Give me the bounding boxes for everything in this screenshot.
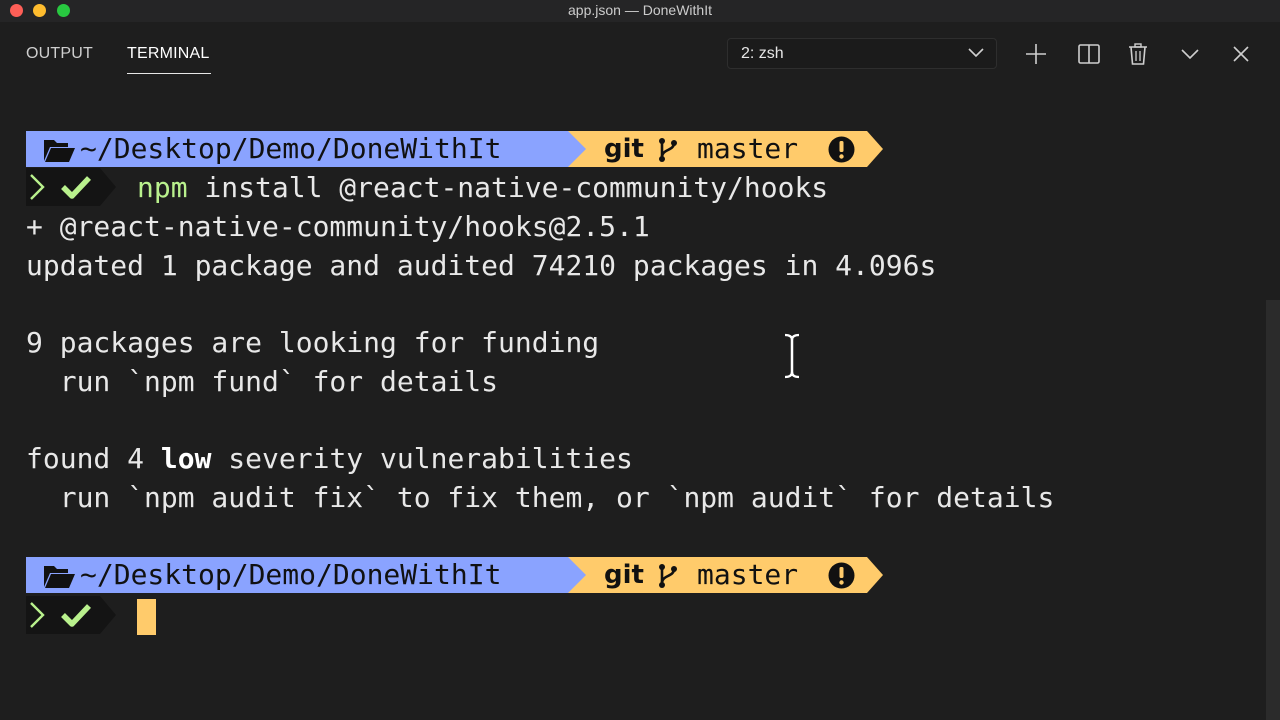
command-line: npm install @react-native-community/hook… xyxy=(137,168,828,207)
terminal-area[interactable]: ~/Desktop/Demo/DoneWithIt git master npm… xyxy=(0,82,1280,720)
output-line: + @react-native-community/hooks@2.5.1 xyxy=(26,210,650,243)
chevron-right-icon xyxy=(30,602,45,628)
command-args: install @react-native-community/hooks xyxy=(187,171,829,204)
active-tab-indicator xyxy=(127,73,211,74)
trash-icon[interactable] xyxy=(1126,42,1150,66)
terminal-cursor xyxy=(137,599,156,635)
ibeam-cursor-icon xyxy=(784,333,800,379)
tab-terminal[interactable]: TERMINAL xyxy=(127,45,210,63)
folder-open-icon xyxy=(44,140,75,162)
prompt-separator xyxy=(867,131,883,167)
output-text: severity vulnerabilities xyxy=(211,442,633,475)
title-bar: app.json — DoneWithIt xyxy=(0,0,1280,22)
close-icon[interactable] xyxy=(1229,42,1253,66)
warning-icon xyxy=(828,136,855,163)
output-line: run `npm audit fix` to fix them, or `npm… xyxy=(26,481,1055,514)
output-line: run `npm fund` for details xyxy=(26,365,499,398)
terminal-select-value: 2: zsh xyxy=(741,45,784,62)
tab-output[interactable]: OUTPUT xyxy=(26,45,93,63)
prompt-separator xyxy=(568,131,586,167)
plus-icon[interactable] xyxy=(1024,42,1048,66)
output-line: updated 1 package and audited 74210 pack… xyxy=(26,249,937,282)
panel-header: OUTPUT TERMINAL 2: zsh xyxy=(0,22,1280,82)
output-line: found 4 low severity vulnerabilities xyxy=(26,439,633,478)
prompt-separator xyxy=(867,557,883,593)
prompt-separator xyxy=(100,596,116,634)
window-title: app.json — DoneWithIt xyxy=(568,2,712,18)
split-icon[interactable] xyxy=(1077,42,1101,66)
git-branch-icon xyxy=(659,564,677,588)
terminal-scrollbar[interactable] xyxy=(1266,300,1280,720)
chevron-down-icon xyxy=(968,48,984,58)
prompt-separator xyxy=(100,168,116,206)
git-label: git xyxy=(604,560,644,590)
chevron-down-icon[interactable] xyxy=(1178,42,1202,66)
git-label: git xyxy=(604,134,644,164)
command-name: npm xyxy=(137,171,188,204)
terminal-select[interactable]: 2: zsh xyxy=(727,38,997,69)
git-branch: master xyxy=(697,558,799,591)
output-text: found 4 xyxy=(26,442,161,475)
warning-icon xyxy=(828,562,855,589)
folder-open-icon xyxy=(44,566,75,588)
prompt-dir: ~/Desktop/Demo/DoneWithIt xyxy=(80,558,502,591)
output-line: 9 packages are looking for funding xyxy=(26,326,600,359)
prompt-separator xyxy=(568,557,586,593)
check-icon xyxy=(61,176,91,199)
prompt-dir: ~/Desktop/Demo/DoneWithIt xyxy=(80,132,502,165)
check-icon xyxy=(61,604,91,627)
git-branch-icon xyxy=(659,138,677,162)
severity-label: low xyxy=(160,442,212,475)
git-branch: master xyxy=(697,132,799,165)
chevron-right-icon xyxy=(30,174,45,200)
